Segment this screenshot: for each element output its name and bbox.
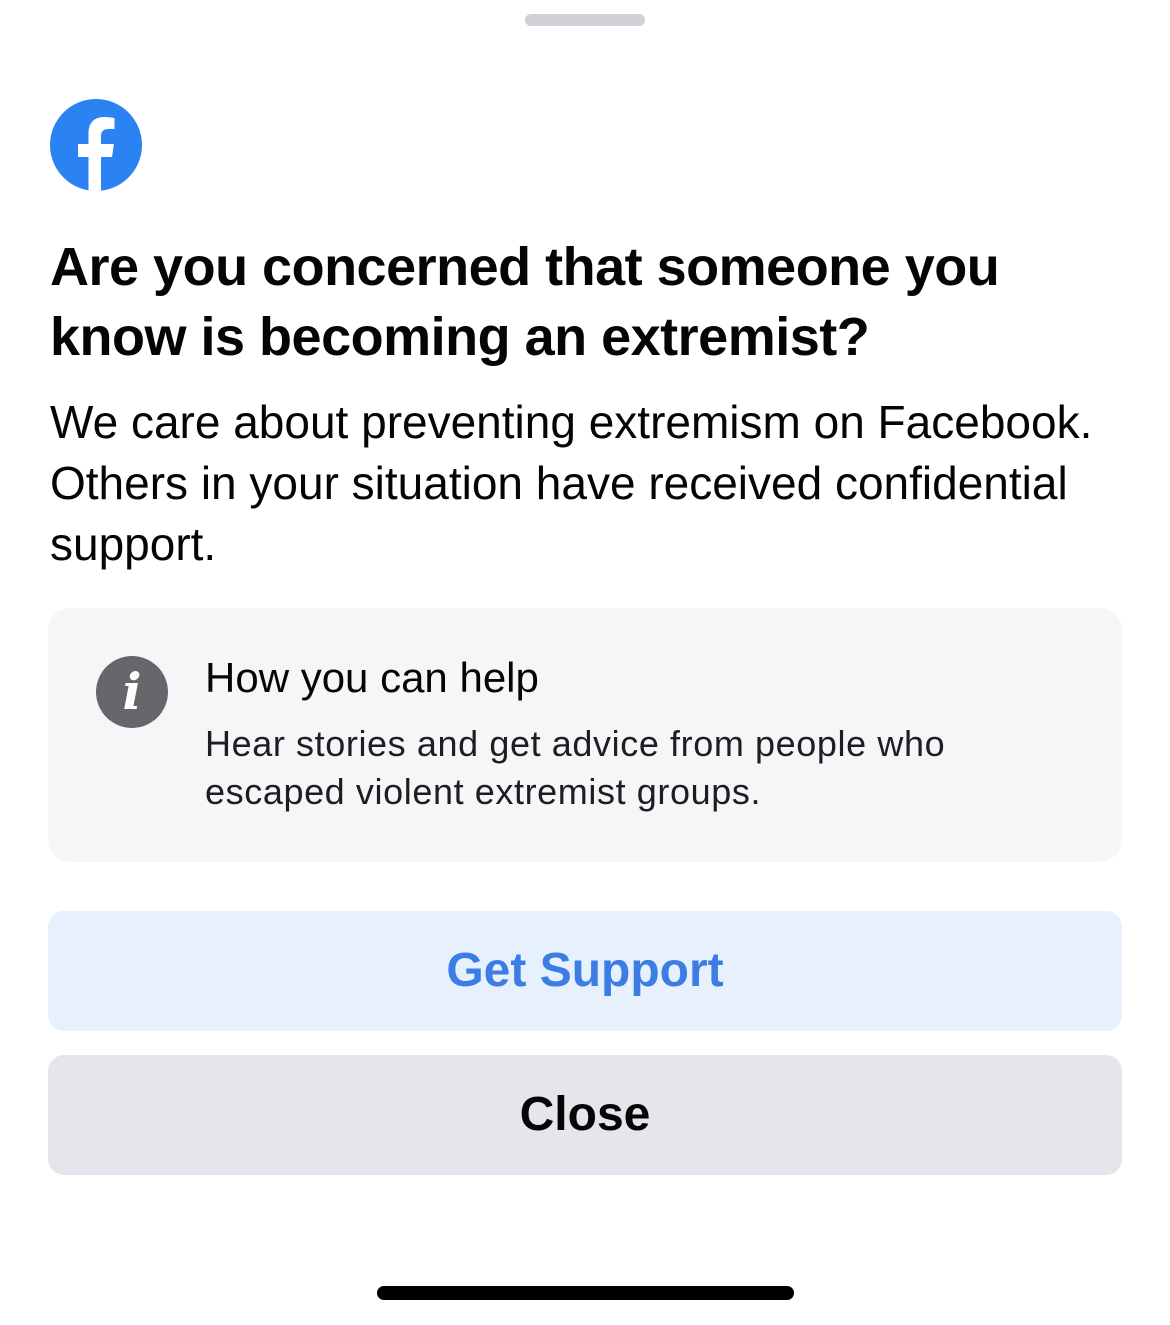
facebook-logo-icon [50, 99, 142, 191]
home-indicator[interactable] [377, 1286, 794, 1300]
dialog-headline: Are you concerned that someone you know … [50, 237, 1000, 367]
bottom-sheet: Are you concerned that someone you know … [0, 0, 1170, 1325]
info-icon: i [96, 656, 168, 728]
info-card: i How you can help Hear stories and get … [48, 608, 1122, 862]
dialog-body-text: We care about preventing extremism on Fa… [50, 396, 1093, 570]
get-support-button[interactable]: Get Support [48, 911, 1122, 1031]
info-card-description: Hear stories and get advice from people … [205, 723, 946, 812]
close-button[interactable]: Close [48, 1055, 1122, 1175]
info-card-title: How you can help [205, 654, 539, 701]
sheet-drag-handle[interactable] [525, 14, 645, 26]
